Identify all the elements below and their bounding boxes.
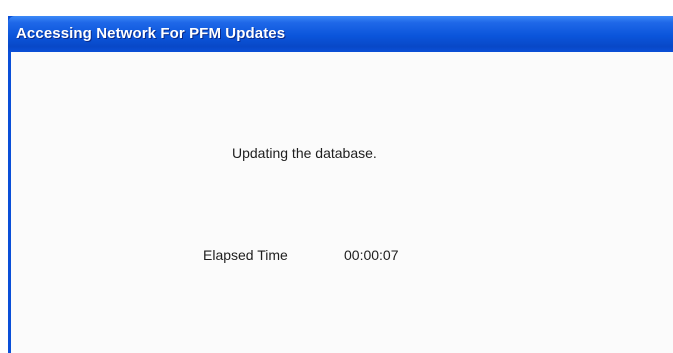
progress-dialog: Accessing Network For PFM Updates Updati… [8, 16, 673, 353]
title-bar[interactable]: Accessing Network For PFM Updates [8, 16, 673, 52]
status-message: Updating the database. [232, 145, 377, 161]
window-title: Accessing Network For PFM Updates [16, 25, 286, 42]
elapsed-time-value: 00:00:07 [344, 247, 399, 263]
elapsed-time-label: Elapsed Time [203, 247, 288, 263]
dialog-body: Updating the database. Elapsed Time 00:0… [11, 52, 673, 353]
